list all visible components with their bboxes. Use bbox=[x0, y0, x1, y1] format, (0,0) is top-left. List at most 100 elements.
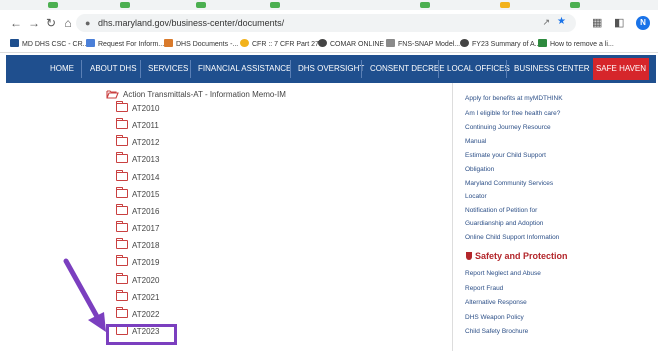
folder-icon bbox=[116, 255, 128, 267]
sidebar-link[interactable]: Estimate your Child Support bbox=[465, 151, 546, 161]
tab-favicon[interactable] bbox=[270, 2, 280, 8]
bookmark-label: FNS-SNAP Model... bbox=[398, 41, 461, 48]
safety-heading: Safety and Protection bbox=[466, 250, 568, 262]
safety-link[interactable]: Report Fraud bbox=[465, 284, 503, 294]
bookmark-item[interactable]: COMAR ONLINE bbox=[318, 39, 384, 50]
folder-item-label: AT2016 bbox=[132, 206, 160, 216]
folder-item-label: AT2019 bbox=[132, 258, 160, 268]
nav-divider bbox=[81, 60, 82, 78]
tab-favicon[interactable] bbox=[48, 2, 58, 8]
nav-divider bbox=[438, 60, 439, 78]
folder-item[interactable]: AT2022 bbox=[116, 306, 160, 323]
sidebar-link[interactable]: Continuing Journey Resource bbox=[465, 123, 551, 133]
annotation-arrow bbox=[63, 258, 106, 332]
folder-item[interactable]: AT2020 bbox=[116, 272, 160, 289]
folder-item[interactable]: AT2015 bbox=[116, 186, 160, 203]
nav-divider bbox=[290, 60, 291, 78]
bookmark-item[interactable]: Request For Inform... bbox=[86, 39, 164, 50]
address-bar[interactable]: ● dhs.maryland.gov/business-center/docum… bbox=[76, 14, 576, 32]
safety-link[interactable]: DHS Weapon Policy bbox=[465, 313, 524, 323]
folder-item[interactable]: AT2014 bbox=[116, 169, 159, 186]
bookmark-item[interactable]: MD DHS CSC - CR... bbox=[10, 39, 89, 50]
column-divider bbox=[452, 83, 453, 351]
bookmark-item[interactable]: FNS-SNAP Model... bbox=[386, 39, 460, 50]
tab-favicon[interactable] bbox=[500, 2, 510, 8]
folder-icon bbox=[116, 169, 128, 181]
folder-icon bbox=[116, 186, 128, 198]
profile-avatar[interactable]: N bbox=[636, 16, 650, 30]
sidebar-link[interactable]: Locator bbox=[465, 192, 487, 202]
sidebar-link[interactable]: Manual bbox=[465, 137, 486, 147]
sidebar-link[interactable]: Notification of Petition for bbox=[465, 206, 537, 216]
nav-divider bbox=[190, 60, 191, 78]
safe-haven-button[interactable]: SAFE HAVEN bbox=[593, 58, 649, 80]
folder-item-label: AT2015 bbox=[132, 189, 160, 199]
sidebar-link[interactable]: Obligation bbox=[465, 165, 494, 175]
tab-favicon[interactable] bbox=[570, 2, 580, 8]
bookmark-item[interactable]: How to remove a li... bbox=[538, 39, 614, 50]
nav-dhs-oversight[interactable]: DHS OVERSIGHT bbox=[298, 55, 364, 83]
nav-about-dhs[interactable]: ABOUT DHS bbox=[90, 55, 137, 83]
sidebar-link[interactable]: Guardianship and Adoption bbox=[465, 219, 543, 229]
folder-icon bbox=[116, 272, 128, 284]
folder-icon bbox=[116, 306, 128, 318]
folder-item[interactable]: AT2019 bbox=[116, 255, 160, 271]
bookmark-star-icon[interactable]: ★ bbox=[557, 16, 566, 27]
bookmark-favicon-icon bbox=[538, 39, 547, 47]
nav-divider bbox=[361, 60, 362, 78]
back-icon[interactable]: ← bbox=[8, 15, 24, 31]
safety-link[interactable]: Alternative Response bbox=[465, 298, 527, 308]
folder-icon bbox=[116, 221, 128, 233]
folder-item-label: AT2011 bbox=[132, 121, 159, 131]
home-icon[interactable]: ⌂ bbox=[60, 15, 76, 31]
sidebar-link[interactable]: Apply for benefits at myMDTHINK bbox=[465, 94, 563, 104]
folder-icon bbox=[116, 289, 128, 301]
highlight-box bbox=[106, 324, 177, 345]
bookmark-item[interactable]: DHS Documents -... bbox=[164, 39, 238, 50]
folder-item[interactable]: AT2018 bbox=[116, 238, 159, 254]
folder-parent[interactable]: Action Transmittals-AT - Information Mem… bbox=[106, 89, 286, 101]
folder-item[interactable]: AT2010 bbox=[116, 101, 159, 117]
folder-item-label: AT2022 bbox=[132, 309, 160, 319]
bookmark-label: COMAR ONLINE bbox=[330, 41, 385, 48]
folder-item-label: AT2020 bbox=[132, 275, 160, 285]
safety-heading-label: Safety and Protection bbox=[475, 251, 568, 261]
nav-local-offices[interactable]: LOCAL OFFICES bbox=[447, 55, 510, 83]
extensions-icon[interactable]: ▦ bbox=[592, 15, 602, 31]
tab-favicon[interactable] bbox=[196, 2, 206, 8]
nav-business-center[interactable]: BUSINESS CENTER bbox=[514, 55, 590, 83]
folder-item[interactable]: AT2017 bbox=[116, 221, 159, 237]
safety-link[interactable]: Child Safety Brochure bbox=[465, 327, 528, 337]
sidebar-link[interactable]: Online Child Support Information bbox=[465, 233, 559, 243]
bookmark-favicon-icon bbox=[460, 39, 469, 47]
url-text[interactable]: dhs.maryland.gov/business-center/documen… bbox=[98, 17, 284, 29]
browser-tab-strip bbox=[0, 0, 658, 10]
folder-icon bbox=[116, 203, 128, 215]
sidebar-link[interactable]: Am I eligible for free health care? bbox=[465, 109, 560, 119]
sidepanel-icon[interactable]: ◧ bbox=[614, 15, 624, 31]
browser-toolbar: ← → ↻ ⌂ ● dhs.maryland.gov/business-cent… bbox=[0, 10, 658, 36]
tab-favicon[interactable] bbox=[420, 2, 430, 8]
safety-link[interactable]: Report Neglect and Abuse bbox=[465, 269, 541, 279]
nav-financial-assistance[interactable]: FINANCIAL ASSISTANCE bbox=[198, 55, 291, 83]
bookmark-item[interactable]: CFR :: 7 CFR Part 27... bbox=[240, 39, 325, 50]
bookmark-favicon-icon bbox=[10, 39, 19, 47]
nav-services[interactable]: SERVICES bbox=[148, 55, 188, 83]
folder-item[interactable]: AT2016 bbox=[116, 203, 160, 220]
forward-icon[interactable]: → bbox=[26, 15, 42, 31]
tab-favicon[interactable] bbox=[120, 2, 130, 8]
bookmark-label: Request For Inform... bbox=[98, 41, 165, 48]
sidebar-link[interactable]: Maryland Community Services bbox=[465, 179, 553, 189]
lock-icon[interactable]: ● bbox=[85, 17, 90, 29]
bookmark-label: MD DHS CSC - CR... bbox=[22, 41, 89, 48]
nav-consent-decree[interactable]: CONSENT DECREE bbox=[370, 55, 445, 83]
bookmark-item[interactable]: FY23 Summary of A... bbox=[460, 39, 540, 50]
folder-item[interactable]: AT2021 bbox=[116, 289, 159, 306]
share-icon[interactable]: ↗ bbox=[542, 17, 550, 28]
folder-item[interactable]: AT2012 bbox=[116, 135, 159, 151]
folder-icon bbox=[116, 135, 128, 147]
nav-home[interactable]: HOME bbox=[50, 55, 74, 83]
folder-item[interactable]: AT2011 bbox=[116, 118, 159, 134]
reload-icon[interactable]: ↻ bbox=[43, 15, 59, 31]
folder-item[interactable]: AT2013 bbox=[116, 152, 159, 168]
